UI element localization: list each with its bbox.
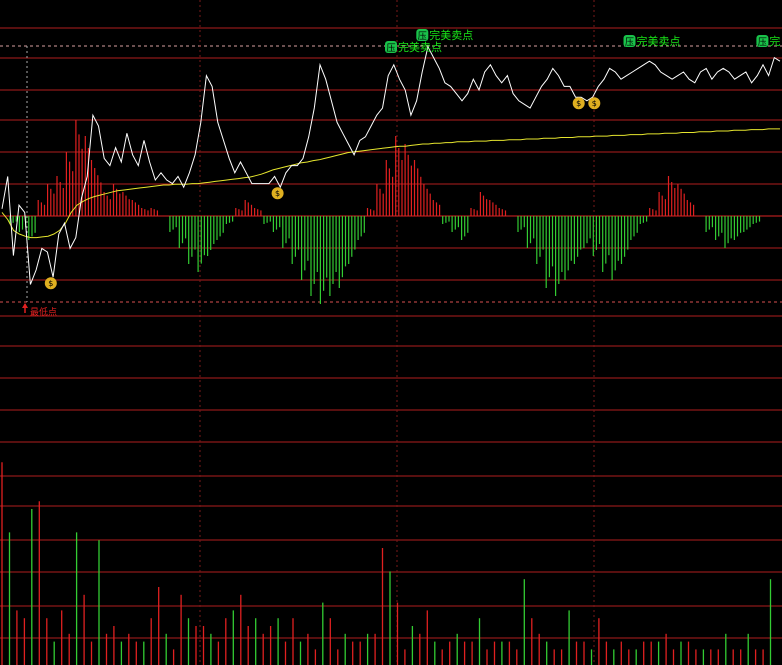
money-bag-glyph: $	[275, 189, 280, 198]
intraday-chart: 压完美卖点压 完美卖点压 完美卖点压完$$$ $最低点	[0, 0, 782, 665]
money-bag-glyph: $	[48, 279, 53, 288]
badge-text: 压	[386, 43, 395, 54]
money-bag-glyph: $	[576, 99, 581, 108]
sell-signal-text: 完美卖点	[429, 28, 473, 42]
money-bag-icon: $	[572, 97, 585, 110]
badge-text: 压	[418, 31, 427, 42]
sell-signal: 压完美卖点	[623, 34, 681, 48]
sell-signal-text: 完美卖点	[398, 40, 442, 54]
sell-signal-text: 完美卖点	[637, 34, 681, 48]
money-bag-glyph: $	[592, 99, 597, 108]
badge-text: 压	[758, 37, 767, 48]
money-bag-icon: $	[588, 97, 601, 110]
low-marker-text: 最低点	[30, 306, 57, 318]
sell-signal: 压完美卖点	[385, 40, 442, 54]
money-bag-icon: $	[271, 187, 284, 200]
money-bag-icon: $	[44, 277, 57, 290]
sell-signal: 压完美卖点	[416, 28, 473, 42]
badge-text: 压	[625, 37, 634, 48]
chart-background	[0, 0, 782, 665]
sell-signal-text: 完	[769, 34, 780, 48]
